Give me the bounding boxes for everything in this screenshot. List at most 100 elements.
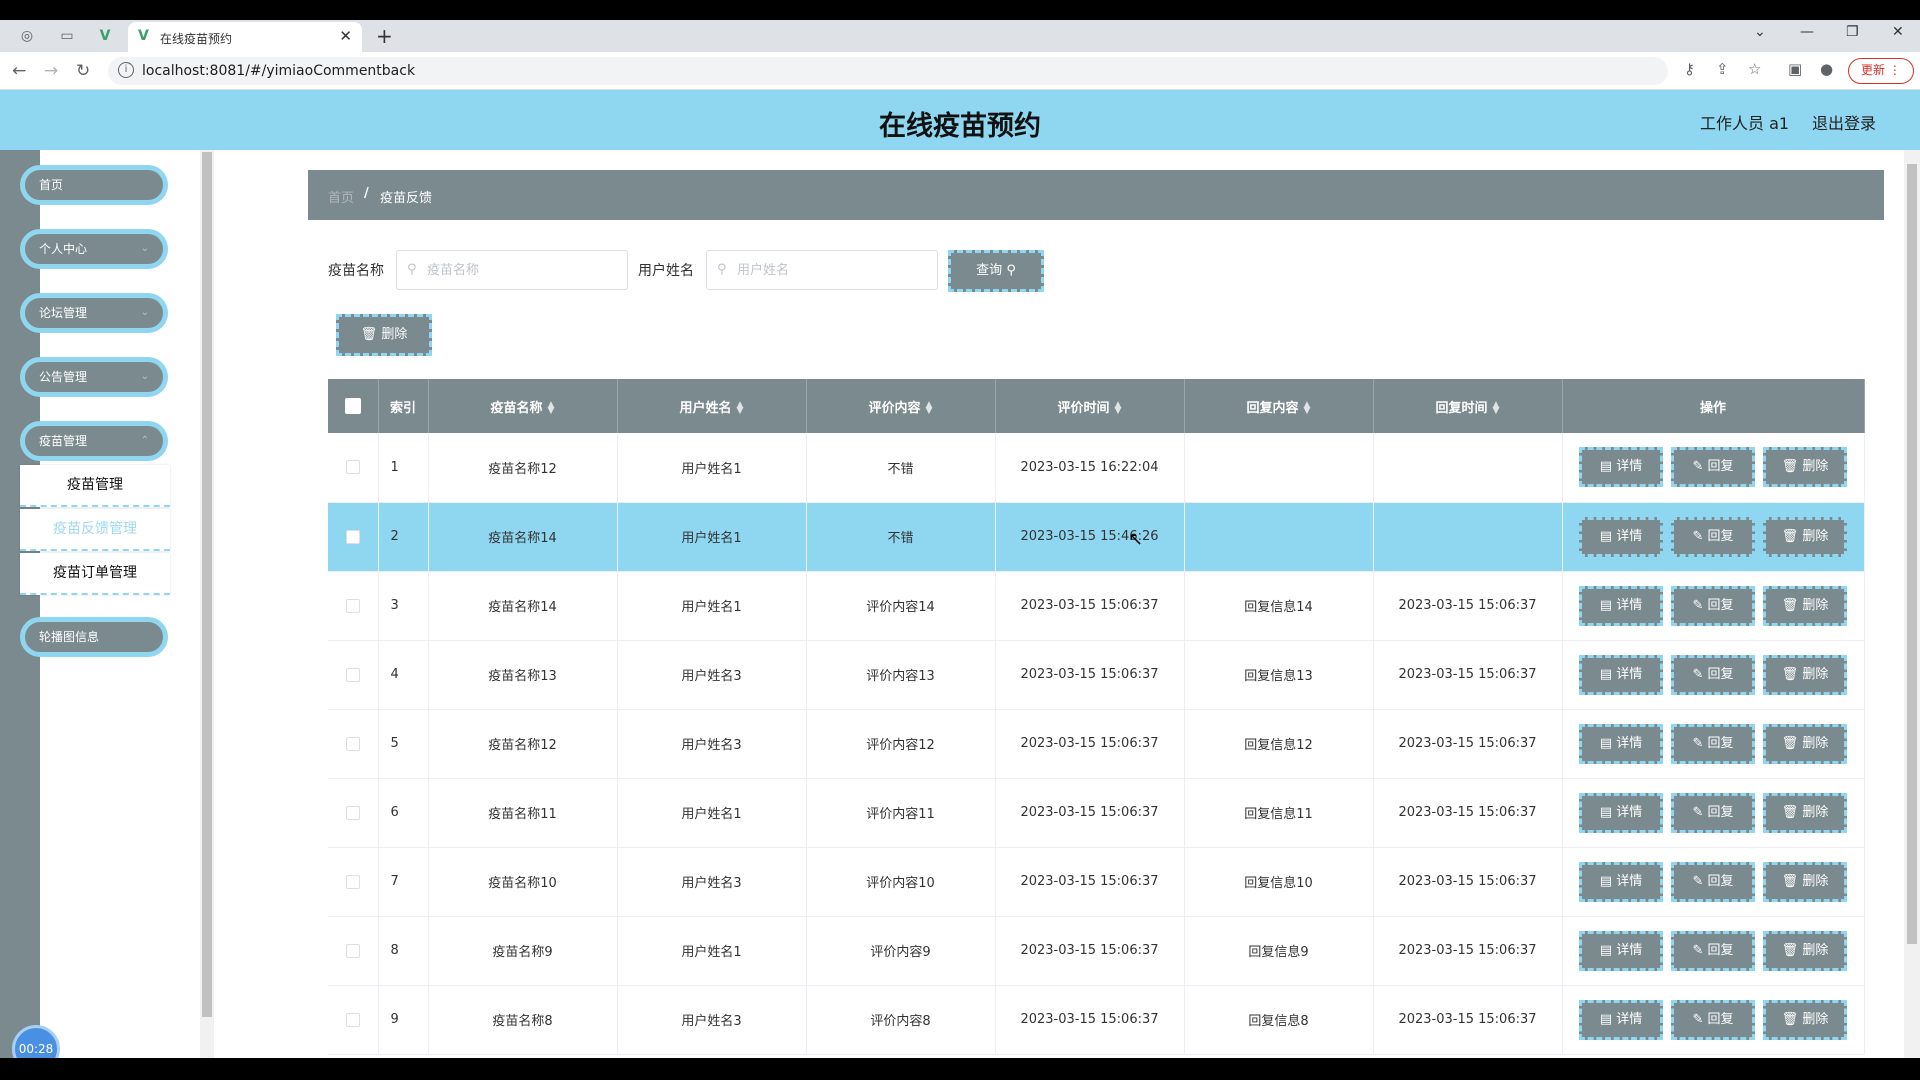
detail-button[interactable]: ▤ 详情 <box>1579 792 1663 833</box>
row-checkbox[interactable] <box>345 805 360 820</box>
submenu-vaccine-orders[interactable]: 疫苗订单管理 <box>20 553 170 595</box>
user-search-input[interactable] <box>737 260 927 280</box>
new-tab-icon[interactable]: + <box>376 24 393 48</box>
delete-button[interactable]: 🗑 删除 <box>1763 792 1847 833</box>
sidebar-item-home[interactable]: 首页 <box>20 165 168 205</box>
detail-button[interactable]: ▤ 详情 <box>1579 930 1663 971</box>
minimize-icon[interactable]: — <box>1800 24 1814 40</box>
table-row[interactable]: 6 疫苗名称11 用户姓名1 评价内容11 2023-03-15 15:06:37 回复信… <box>328 778 1865 848</box>
detail-button[interactable]: ▤ 详情 <box>1579 585 1663 626</box>
detail-button[interactable]: ▤ 详情 <box>1579 447 1663 488</box>
table-row[interactable]: 1 疫苗名称12 用户姓名1 不错 2023-03-15 16:22:04 ▤ 详情 ✎ 回… <box>328 433 1865 503</box>
share-icon[interactable]: ⇪ <box>1716 60 1729 78</box>
batch-delete-button[interactable]: 🗑 删除 <box>336 314 432 356</box>
detail-button[interactable]: ▤ 详情 <box>1579 861 1663 902</box>
reply-button[interactable]: ✎ 回复 <box>1671 516 1755 557</box>
forward-icon[interactable]: → <box>44 61 58 81</box>
col-reply-time[interactable]: 回复时间 ▲ ▼ <box>1373 379 1563 433</box>
logout-link[interactable]: 退出登录 <box>1812 110 1876 134</box>
reply-button[interactable]: ✎ 回复 <box>1671 792 1755 833</box>
select-all-checkbox[interactable] <box>344 398 361 414</box>
table-row[interactable]: 8 疫苗名称9 用户姓名1 评价内容9 2023-03-15 15:06:37 回复信息9… <box>328 916 1865 986</box>
sort-icon[interactable]: ▲ ▼ <box>737 401 744 416</box>
col-reply[interactable]: 回复内容 ▲ ▼ <box>1184 379 1374 433</box>
side-panel-icon[interactable]: ▣ <box>1788 60 1802 78</box>
table-row[interactable]: 5 疫苗名称12 用户姓名3 评价内容12 2023-03-15 15:06:37 回复信… <box>328 709 1865 779</box>
row-checkbox[interactable] <box>345 598 360 613</box>
vaccine-search-input[interactable] <box>427 260 617 280</box>
row-checkbox[interactable] <box>345 943 360 958</box>
submenu-vaccine-feedback[interactable]: 疫苗反馈管理 <box>20 509 170 551</box>
delete-button[interactable]: 🗑 删除 <box>1763 585 1847 626</box>
tab-search-icon[interactable]: ⌄ <box>1754 24 1766 40</box>
breadcrumb-home[interactable]: 首页 <box>328 187 354 206</box>
reload-icon[interactable]: ↻ <box>76 61 90 81</box>
browser-tab[interactable]: V 在线疫苗预约 ✕ <box>128 22 362 52</box>
table-row[interactable]: 3 疫苗名称14 用户姓名1 评价内容14 2023-03-15 15:06:37 回复信… <box>328 571 1865 641</box>
search-button[interactable]: 查询 ⚲ <box>948 250 1044 292</box>
detail-button[interactable]: ▤ 详情 <box>1579 723 1663 764</box>
profile-icon[interactable]: ● <box>1820 60 1833 78</box>
row-checkbox[interactable] <box>345 529 360 544</box>
sidebar-item-vaccine[interactable]: 疫苗管理 ⌃ <box>20 421 168 461</box>
sort-icon[interactable]: ▲ ▼ <box>926 401 933 416</box>
key-icon[interactable]: ⚷ <box>1684 60 1695 78</box>
row-checkbox[interactable] <box>345 874 360 889</box>
sort-icon[interactable]: ▲ ▼ <box>548 401 555 416</box>
row-checkbox[interactable] <box>345 1012 360 1027</box>
col-comment[interactable]: 评价内容 ▲ ▼ <box>806 379 996 433</box>
reply-button[interactable]: ✎ 回复 <box>1671 861 1755 902</box>
sidebar-item-notice[interactable]: 公告管理 ⌄ <box>20 357 168 397</box>
delete-button[interactable]: 🗑 删除 <box>1763 654 1847 695</box>
reply-button[interactable]: ✎ 回复 <box>1671 930 1755 971</box>
row-checkbox[interactable] <box>345 667 360 682</box>
delete-button[interactable]: 🗑 删除 <box>1763 447 1847 488</box>
delete-button[interactable]: 🗑 删除 <box>1763 861 1847 902</box>
scrollbar-thumb[interactable] <box>202 152 212 1017</box>
page-scrollbar[interactable] <box>1904 150 1920 1058</box>
table-row[interactable]: 4 疫苗名称13 用户姓名3 评价内容13 2023-03-15 15:06:37 回复信… <box>328 640 1865 710</box>
window-close-icon[interactable]: ✕ <box>1892 24 1904 40</box>
sort-icon[interactable]: ▲ ▼ <box>1493 401 1500 416</box>
user-search-field[interactable]: ⚲ <box>706 250 938 290</box>
sidebar-item-forum[interactable]: 论坛管理 ⌄ <box>20 293 168 333</box>
reply-button[interactable]: ✎ 回复 <box>1671 654 1755 695</box>
vaccine-search-field[interactable]: ⚲ <box>396 250 628 290</box>
detail-button[interactable]: ▤ 详情 <box>1579 654 1663 695</box>
sort-icon[interactable]: ▲ ▼ <box>1115 401 1122 416</box>
update-button[interactable]: 更新 ⋮ <box>1848 58 1914 84</box>
reply-button[interactable]: ✎ 回复 <box>1671 723 1755 764</box>
reply-button[interactable]: ✎ 回复 <box>1671 447 1755 488</box>
detail-button[interactable]: ▤ 详情 <box>1579 999 1663 1040</box>
detail-button[interactable]: ▤ 详情 <box>1579 516 1663 557</box>
col-comment-time[interactable]: 评价时间 ▲ ▼ <box>995 379 1185 433</box>
reply-button[interactable]: ✎ 回复 <box>1671 585 1755 626</box>
sidebar-item-personal[interactable]: 个人中心 ⌄ <box>20 229 168 269</box>
reply-button[interactable]: ✎ 回复 <box>1671 999 1755 1040</box>
col-user[interactable]: 用户姓名 ▲ ▼ <box>617 379 807 433</box>
row-checkbox[interactable] <box>345 460 360 475</box>
bookmark-star-icon[interactable]: ☆ <box>1748 60 1761 78</box>
url-field[interactable]: i localhost:8081/#/yimiaoCommentback <box>108 57 1668 85</box>
table-row[interactable]: 9 疫苗名称8 用户姓名3 评价内容8 2023-03-15 15:06:37 回复信息8… <box>328 985 1865 1055</box>
vue-logo-icon[interactable]: V <box>96 27 114 45</box>
sidebar-scrollbar[interactable] <box>200 150 214 1058</box>
scrollbar-thumb[interactable] <box>1907 164 1917 944</box>
restore-icon[interactable]: ❐ <box>1846 24 1859 40</box>
row-checkbox[interactable] <box>345 736 360 751</box>
pinned-tab-icon[interactable]: ▭ <box>58 27 76 45</box>
sort-icon[interactable]: ▲ ▼ <box>1304 401 1311 416</box>
delete-button[interactable]: 🗑 删除 <box>1763 999 1847 1040</box>
table-row[interactable]: 7 疫苗名称10 用户姓名3 评价内容10 2023-03-15 15:06:37 回复信… <box>328 847 1865 917</box>
submenu-vaccine-manage[interactable]: 疫苗管理 <box>20 465 170 507</box>
table-row[interactable]: 2 疫苗名称14 用户姓名1 不错 2023-03-15 15:46:26 ▤ 详情 ✎ 回… <box>328 502 1865 572</box>
extension-icon[interactable]: ◎ <box>18 27 36 45</box>
sidebar-item-carousel[interactable]: 轮播图信息 <box>20 617 168 657</box>
delete-button[interactable]: 🗑 删除 <box>1763 723 1847 764</box>
col-vaccine[interactable]: 疫苗名称 ▲ ▼ <box>428 379 618 433</box>
delete-button[interactable]: 🗑 删除 <box>1763 516 1847 557</box>
back-icon[interactable]: ← <box>12 61 26 81</box>
delete-button[interactable]: 🗑 删除 <box>1763 930 1847 971</box>
tab-close-icon[interactable]: ✕ <box>339 27 352 45</box>
site-info-icon[interactable]: i <box>118 62 134 78</box>
